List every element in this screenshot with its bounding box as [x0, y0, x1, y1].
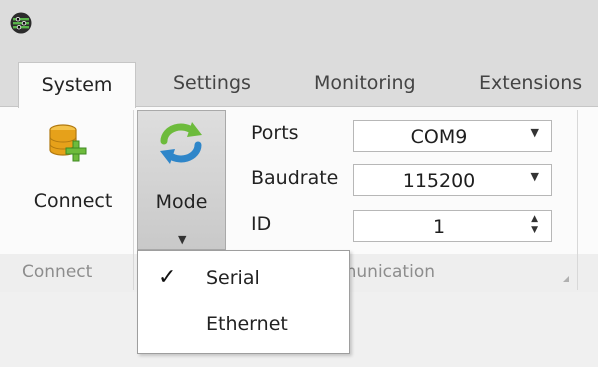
connect-label: Connect: [33, 190, 113, 212]
tab-monitoring[interactable]: Monitoring: [314, 72, 416, 94]
connect-button[interactable]: Connect: [20, 110, 126, 250]
tab-extensions[interactable]: Extensions: [479, 72, 582, 94]
mode-menu: ✓ Serial Ethernet: [137, 250, 350, 354]
menu-item-label: Ethernet: [206, 313, 288, 335]
mode-button[interactable]: Mode ▼: [137, 110, 226, 250]
id-value: 1: [432, 216, 446, 238]
chevron-down-icon: ▼: [530, 170, 539, 183]
menu-item-serial[interactable]: ✓ Serial: [138, 257, 349, 301]
group-divider: [133, 110, 134, 290]
chevron-down-icon: ▼: [178, 233, 187, 246]
group-divider: [577, 110, 578, 290]
refresh-cycle-icon: [160, 122, 202, 164]
database-add-icon: [49, 124, 87, 162]
baudrate-label: Baudrate: [251, 167, 339, 189]
title-bar: [0, 0, 598, 44]
id-spinner[interactable]: 1 ▲ ▼: [353, 210, 552, 242]
tab-system[interactable]: System: [18, 62, 136, 108]
checkmark-icon: ✓: [158, 265, 177, 290]
group-label-connect: Connect: [22, 262, 93, 282]
spin-up-icon[interactable]: ▲: [531, 215, 538, 224]
ports-dropdown[interactable]: COM9 ▼: [353, 120, 552, 152]
dialog-launcher-icon[interactable]: [563, 276, 569, 282]
chevron-down-icon: ▼: [530, 126, 539, 139]
ports-value: COM9: [410, 126, 468, 148]
ports-label: Ports: [251, 122, 299, 144]
id-label: ID: [251, 213, 272, 235]
spin-down-icon[interactable]: ▼: [531, 226, 538, 235]
baudrate-value: 115200: [402, 170, 476, 192]
tab-settings[interactable]: Settings: [173, 72, 251, 94]
menu-item-label: Serial: [206, 267, 260, 289]
mode-label: Mode: [155, 191, 208, 213]
app-logo-icon[interactable]: [10, 12, 32, 34]
menu-item-ethernet[interactable]: Ethernet: [138, 303, 349, 347]
baudrate-dropdown[interactable]: 115200 ▼: [353, 164, 552, 196]
